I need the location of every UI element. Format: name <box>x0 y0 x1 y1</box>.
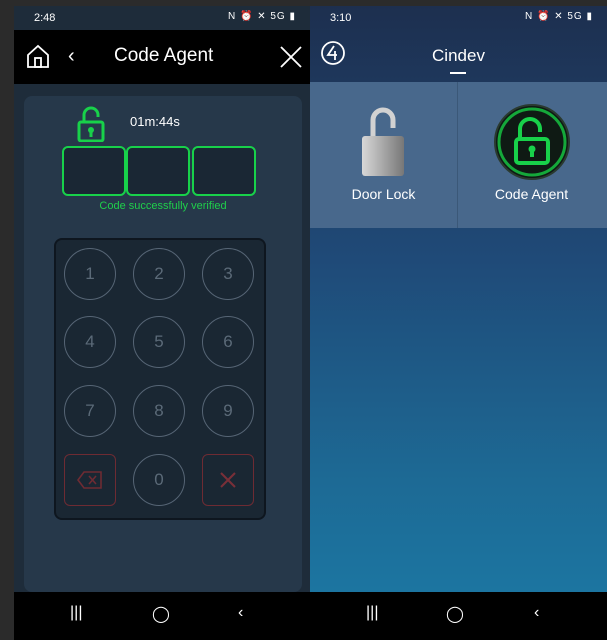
backspace-icon <box>77 471 102 489</box>
title-underline <box>450 72 466 74</box>
recents-button[interactable]: ||| <box>70 604 82 622</box>
key-1[interactable]: 1 <box>64 248 116 300</box>
key-3[interactable]: 3 <box>202 248 254 300</box>
back-icon[interactable]: ‹ <box>68 45 75 68</box>
tile-label: Door Lock <box>351 186 416 202</box>
green-lock-icon <box>494 104 570 180</box>
status-time: 2:48 <box>34 12 56 24</box>
key-0[interactable]: 0 <box>133 454 185 506</box>
back-button[interactable]: ‹ <box>534 604 539 622</box>
key-6[interactable]: 6 <box>202 316 254 368</box>
key-8[interactable]: 8 <box>133 385 185 437</box>
code-digit-box-2[interactable] <box>126 146 190 196</box>
status-time: 3:10 <box>330 12 352 24</box>
cancel-button[interactable] <box>202 454 254 506</box>
unlocked-lock-icon <box>77 106 105 142</box>
home-icon[interactable] <box>24 42 52 70</box>
home-button[interactable]: ◯ <box>152 604 170 624</box>
tile-label: Code Agent <box>494 186 569 202</box>
status-bar: 2:48 N ⏰ ✕ 5G ▮ <box>14 6 310 30</box>
code-entry-panel: 01m:44s Code successfully verified 1 2 3… <box>24 96 302 592</box>
tile-code-agent[interactable]: Code Agent <box>458 82 605 228</box>
verification-status: Code successfully verified <box>99 200 227 212</box>
backspace-button[interactable] <box>64 454 116 506</box>
recents-button[interactable]: ||| <box>366 604 378 622</box>
system-nav-bar: ||| ◯ ‹ <box>310 592 607 640</box>
key-5[interactable]: 5 <box>133 316 185 368</box>
device-tiles: Door Lock Code Agent <box>310 82 607 228</box>
header-bar: ‹ Code Agent <box>14 30 310 84</box>
key-7[interactable]: 7 <box>64 385 116 437</box>
key-2[interactable]: 2 <box>133 248 185 300</box>
system-nav-bar: ||| ◯ ‹ <box>14 592 310 640</box>
home-button[interactable]: ◯ <box>446 604 464 624</box>
back-button[interactable]: ‹ <box>238 604 243 622</box>
status-icons: N ⏰ ✕ 5G ▮ <box>227 11 296 22</box>
close-icon[interactable] <box>276 42 306 72</box>
key-9[interactable]: 9 <box>202 385 254 437</box>
padlock-icon <box>362 107 404 176</box>
code-agent-screen: 2:48 N ⏰ ✕ 5G ▮ ‹ Code Agent 01m:44s Cod… <box>14 6 310 640</box>
header-bar: Cindev <box>310 30 607 82</box>
status-icons: N ⏰ ✕ 5G ▮ <box>524 11 593 22</box>
page-title: Code Agent <box>114 45 214 66</box>
tile-door-lock[interactable]: Door Lock <box>310 82 457 228</box>
numeric-keypad: 1 2 3 4 5 6 7 8 9 0 <box>54 238 266 520</box>
countdown-timer: 01m:44s <box>130 114 180 129</box>
key-4[interactable]: 4 <box>64 316 116 368</box>
cindev-home-screen: 3:10 N ⏰ ✕ 5G ▮ Cindev Door Lock Code Ag… <box>310 6 607 640</box>
page-title: Cindev <box>432 46 485 65</box>
code-digit-box-3[interactable] <box>192 146 256 196</box>
status-bar: 3:10 N ⏰ ✕ 5G ▮ <box>310 6 607 30</box>
code-digit-box-1[interactable] <box>62 146 126 196</box>
cancel-icon <box>220 472 236 488</box>
